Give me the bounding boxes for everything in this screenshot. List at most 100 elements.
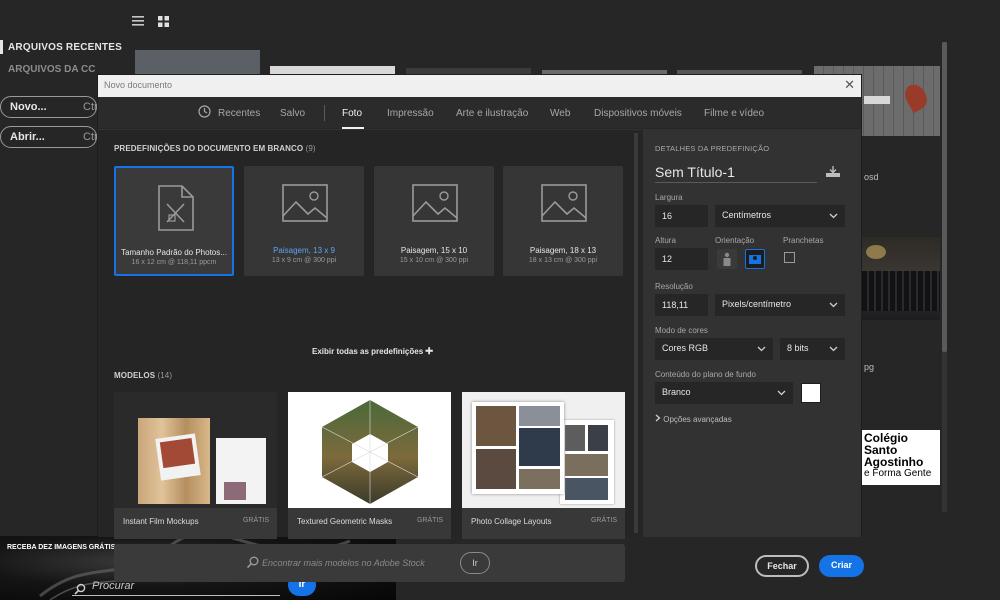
active-tab-indicator — [342, 127, 364, 129]
collage-tile — [588, 425, 608, 451]
colegio-logo-thumb[interactable]: Colégio Santo Agostinho e Forma Gente — [862, 430, 940, 485]
resolution-unit-select[interactable]: Pixels/centímetro — [715, 294, 845, 316]
tab-impressao[interactable]: Impressão — [387, 108, 434, 119]
background-select[interactable]: Branco — [655, 382, 793, 404]
find-go-button[interactable]: Ir — [460, 552, 490, 574]
label-graphic — [864, 96, 890, 104]
home-scrollbar-thumb[interactable] — [942, 42, 947, 352]
collage-front-panel — [472, 402, 564, 494]
height-input[interactable]: 12 — [655, 248, 708, 270]
collage-tile — [519, 469, 560, 489]
preset-card[interactable]: Paisagem, 18 x 13 18 x 13 cm @ 300 ppi — [503, 166, 623, 276]
width-label: Largura — [655, 193, 683, 202]
model-card[interactable]: Photo Collage Layouts GRÁTIS — [462, 392, 625, 539]
advanced-options-toggle[interactable]: Opções avançadas — [655, 414, 732, 424]
tab-foto[interactable]: Foto — [342, 108, 362, 119]
tab-web[interactable]: Web — [550, 108, 570, 119]
find-templates-placeholder[interactable]: Encontrar mais modelos no Adobe Stock — [262, 558, 425, 568]
model-price: GRÁTIS — [242, 517, 269, 524]
background-color-swatch[interactable] — [801, 383, 821, 403]
nav-cc-files[interactable]: ARQUIVOS DA CC — [8, 64, 95, 75]
model-thumbnail — [462, 392, 625, 508]
landscape-image-icon — [541, 184, 587, 227]
artboards-checkbox[interactable] — [784, 252, 795, 263]
preset-dims: 13 x 9 cm @ 300 ppi — [271, 257, 337, 264]
width-unit-select[interactable]: Centímetros — [715, 205, 845, 227]
orientation-label: Orientação — [715, 236, 755, 245]
create-button[interactable]: Criar — [819, 555, 864, 577]
color-mode-select[interactable]: Cores RGB — [655, 338, 773, 360]
show-all-presets-link[interactable]: Exibir todas as predefinições ➕︎ — [312, 346, 433, 357]
recent-file-ext: pg — [864, 362, 875, 372]
models-heading: MODELOS (14) — [114, 371, 172, 380]
new-file-button[interactable]: Novo... Ctr — [0, 96, 98, 118]
preset-details-pane: DETALHES DA PREDEFINIÇÃO Sem Título-1 La… — [643, 130, 864, 577]
save-preset-icon[interactable] — [825, 165, 841, 183]
dialog-titlebar[interactable]: Novo documento ✕ — [98, 75, 861, 97]
open-file-shortcut: Ctr — [83, 131, 98, 143]
tab-filme-video[interactable]: Filme e vídeo — [704, 108, 764, 119]
document-brush-icon — [156, 184, 196, 237]
details-heading: DETALHES DA PREDEFINIÇÃO — [655, 144, 770, 153]
model-card[interactable]: Textured Geometric Masks GRÁTIS — [288, 392, 451, 539]
model-card[interactable]: Instant Film Mockups GRÁTIS — [114, 392, 277, 539]
clock-icon — [198, 105, 211, 123]
leaf-graphic — [900, 80, 932, 114]
presets-pane: PREDEFINIÇÕES DO DOCUMENTO EM BRANCO (9)… — [98, 130, 643, 582]
blank-presets-heading: PREDEFINIÇÕES DO DOCUMENTO EM BRANCO (9) — [114, 144, 316, 153]
background-value: Branco — [662, 387, 691, 397]
recent-file-ext: osd — [864, 172, 879, 182]
tab-separator — [324, 105, 325, 121]
tab-recentes[interactable]: Recentes — [218, 108, 260, 119]
open-file-button[interactable]: Abrir... Ctr — [0, 126, 98, 148]
collage-tile — [476, 449, 516, 489]
list-view-icon[interactable] — [132, 14, 144, 30]
model-name: Photo Collage Layouts — [471, 517, 552, 526]
recent-file-thumb[interactable] — [862, 237, 940, 320]
model-price: GRÁTIS — [416, 517, 443, 524]
preset-card[interactable]: Paisagem, 15 x 10 15 x 10 cm @ 300 ppi — [374, 166, 494, 276]
tab-dispositivos-moveis[interactable]: Dispositivos móveis — [594, 108, 682, 119]
chevron-down-icon — [777, 388, 786, 398]
stock-find-bar[interactable]: Encontrar mais modelos no Adobe Stock Ir — [114, 544, 625, 582]
recent-file-thumb[interactable] — [270, 66, 395, 74]
close-button[interactable]: Fechar — [755, 555, 809, 577]
document-name-field[interactable]: Sem Título-1 — [655, 164, 735, 180]
color-mode-value: Cores RGB — [662, 343, 709, 353]
dialog-title: Novo documento — [104, 80, 173, 90]
portrait-orientation-icon[interactable] — [717, 249, 737, 269]
collage-tile — [519, 428, 560, 466]
height-label: Altura — [655, 236, 676, 245]
colegio-line-4: e Forma Gente — [864, 468, 932, 479]
background-label: Conteúdo do plano de fundo — [655, 370, 756, 379]
active-nav-indicator — [0, 40, 3, 54]
blank-presets-count: (9) — [305, 144, 316, 153]
recent-file-thumb[interactable] — [135, 50, 260, 74]
width-input[interactable]: 16 — [655, 205, 708, 227]
polaroid-photo — [159, 437, 196, 469]
tab-salvo[interactable]: Salvo — [280, 108, 305, 119]
paper-graphic — [216, 438, 266, 504]
preset-dims: 15 x 10 cm @ 300 ppi — [399, 257, 469, 264]
grid-view-icon[interactable] — [158, 14, 169, 30]
model-name: Instant Film Mockups — [123, 517, 199, 526]
plus-icon: ➕︎ — [425, 346, 433, 357]
model-name: Textured Geometric Masks — [297, 517, 393, 526]
preset-card[interactable]: Paisagem, 13 x 9 13 x 9 cm @ 300 ppi — [244, 166, 364, 276]
nav-recent-files[interactable]: ARQUIVOS RECENTES — [8, 42, 122, 53]
preset-card[interactable]: Tamanho Padrão do Photos... 16 x 12 cm @… — [114, 166, 234, 276]
bit-depth-select[interactable]: 8 bits — [780, 338, 845, 360]
resolution-input[interactable]: 118,11 — [655, 294, 708, 316]
model-price: GRÁTIS — [590, 517, 617, 524]
tab-arte-ilustracao[interactable]: Arte e ilustração — [456, 108, 528, 119]
landscape-orientation-icon[interactable] — [745, 249, 765, 269]
presets-scrollbar[interactable] — [634, 133, 638, 533]
blank-presets-title: PREDEFINIÇÕES DO DOCUMENTO EM BRANCO — [114, 144, 304, 153]
artboards-label: Pranchetas — [783, 236, 824, 245]
document-name-underline — [655, 182, 817, 183]
models-count: (14) — [157, 371, 173, 380]
close-icon[interactable]: ✕ — [844, 77, 855, 93]
colegio-line-3: Agostinho — [864, 455, 924, 469]
collage-tile — [565, 454, 608, 476]
new-file-shortcut: Ctr — [83, 101, 98, 113]
